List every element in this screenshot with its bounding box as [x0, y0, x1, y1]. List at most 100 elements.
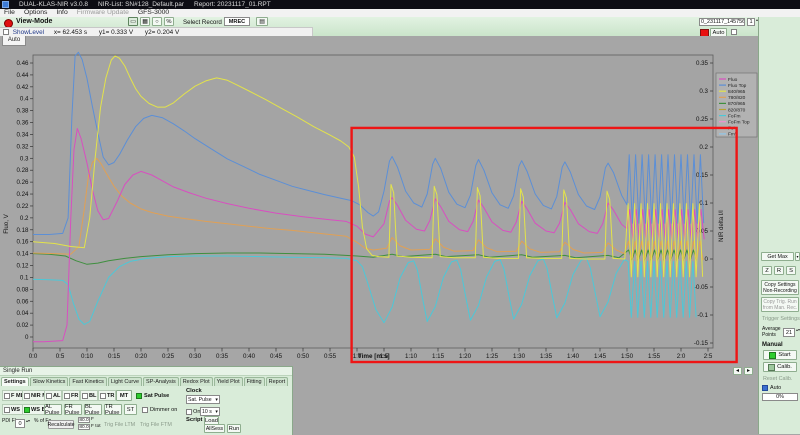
record-list-button[interactable]: ▤	[256, 17, 268, 26]
tab-fast-kinetics[interactable]: Fast Kinetics	[69, 377, 106, 386]
svg-text:-0.15: -0.15	[694, 340, 709, 347]
x-axis-title: Time [m:s]	[358, 353, 390, 360]
svg-text:0: 0	[25, 334, 29, 341]
tab-yield-plot[interactable]: Yield Plot	[214, 377, 243, 386]
svg-text:2:0: 2:0	[677, 353, 686, 360]
list-icon: ▤	[259, 19, 264, 25]
tr-pulse-button[interactable]: TR Pulse	[104, 404, 122, 415]
svg-text:0.3: 0.3	[20, 155, 29, 162]
scroll-right-icon: ▸	[747, 368, 750, 374]
check-bl[interactable]: BL	[80, 390, 98, 401]
point-view-button[interactable]: ○	[152, 17, 162, 26]
menu-gfs-3000[interactable]: GFS-3000	[138, 9, 169, 16]
menu-info[interactable]: Info	[56, 9, 67, 16]
auto-record-checkbox[interactable]	[762, 385, 768, 391]
scroll-left-button[interactable]: ◂	[733, 367, 742, 375]
svg-text:-0.05: -0.05	[694, 284, 709, 291]
svg-text:0.1: 0.1	[699, 200, 708, 207]
svg-text:1:50: 1:50	[621, 353, 634, 360]
mini-button-r[interactable]: R	[774, 266, 784, 275]
start-button[interactable]: Start	[763, 350, 797, 360]
svg-text:0:35: 0:35	[216, 353, 229, 360]
record-value[interactable]: MREC	[224, 17, 250, 26]
tab-slow-kinetics[interactable]: Slow Kinetics	[30, 377, 69, 386]
al-pulse-button[interactable]: AL Pulse	[44, 404, 62, 415]
manual-section-label: Manual	[762, 342, 783, 348]
chart-icon: ▭	[130, 19, 135, 25]
show-level-checkbox[interactable]	[3, 29, 9, 35]
chevron-down-icon: ▾	[215, 397, 218, 403]
svg-text:0: 0	[705, 256, 709, 263]
calib-led-icon	[768, 364, 775, 371]
mt-button[interactable]: MT	[116, 390, 132, 401]
svg-text:0:55: 0:55	[324, 353, 337, 360]
script-run-button[interactable]: Run	[227, 424, 241, 433]
right-panel: Get Max ▾ Z R S Copy Settings Non-Record…	[758, 17, 800, 434]
get-max-dropdown[interactable]: ▾	[795, 252, 800, 261]
svg-text:0.08: 0.08	[16, 286, 29, 293]
window-title-report: Report: 20231117_01.RPT	[194, 1, 271, 8]
get-max-button[interactable]: Get Max	[761, 252, 794, 261]
calib-label: Calib.	[777, 364, 792, 370]
select-record-label: Select Record	[183, 19, 222, 26]
copy-settings-button[interactable]: Copy Settings Non-Recording	[761, 280, 799, 295]
fr-pulse-button[interactable]: FR Pulse	[64, 404, 82, 415]
pdi-fluo-stepper[interactable]: ▴▾	[26, 419, 31, 428]
chart-view-button[interactable]: ▭	[128, 17, 138, 26]
svg-text:NIR delta I/I: NIR delta I/I	[719, 210, 725, 242]
table-view-button[interactable]: ▦	[140, 17, 150, 26]
svg-text:Fluo Top: Fluo Top	[728, 83, 747, 89]
svg-text:0.35: 0.35	[696, 60, 709, 67]
check-dimmer[interactable]: Dimmer on	[142, 404, 177, 415]
overlay-checkbox[interactable]	[731, 29, 737, 35]
menu-file[interactable]: File	[4, 9, 15, 16]
reset-calib-button: Reset Calib.	[763, 376, 792, 382]
st-button[interactable]: ST	[124, 404, 137, 415]
tab-report[interactable]: Report	[266, 377, 289, 386]
menu-options[interactable]: Options	[24, 9, 47, 16]
clock-on-checkbox[interactable]: On	[186, 407, 200, 416]
record-count-field[interactable]: 1	[747, 18, 755, 26]
check-fr[interactable]: FR	[62, 390, 80, 401]
tab-settings[interactable]: Settings	[1, 377, 29, 386]
f-total-field: 80.0	[78, 424, 90, 430]
check-al[interactable]: AL	[44, 390, 62, 401]
tab-redox-plot[interactable]: Redox Plot	[180, 377, 213, 386]
f-total-label: F tot	[91, 424, 101, 429]
svg-text:Fluo, V: Fluo, V	[3, 213, 10, 233]
bl-pulse-button[interactable]: BL Pulse	[84, 404, 102, 415]
svg-text:0:45: 0:45	[270, 353, 283, 360]
percent-icon: %	[166, 19, 171, 25]
clock-mode-combo[interactable]: Sat. Pulse▾	[186, 395, 220, 404]
script-file-button[interactable]: AllSess	[204, 424, 225, 433]
tab-sp-analysis[interactable]: SP-Analysis	[143, 377, 179, 386]
title-bar: DUAL-KLAS-NIR v3.0.8NIR-List: SN#128_Def…	[0, 0, 800, 9]
svg-text:0:15: 0:15	[108, 353, 121, 360]
calib-button[interactable]: Calib.	[763, 362, 797, 372]
tab-auto[interactable]: Auto	[2, 36, 26, 46]
average-points-stepper[interactable]: ▴▾	[796, 328, 800, 337]
mini-button-z[interactable]: Z	[762, 266, 772, 275]
mini-button-s[interactable]: S	[786, 266, 796, 275]
check-tr[interactable]: TR	[98, 390, 116, 401]
tab-fitting[interactable]: Fitting	[244, 377, 265, 386]
svg-text:0:25: 0:25	[162, 353, 175, 360]
tab-light-curve[interactable]: Light Curve	[108, 377, 142, 386]
scroll-right-button[interactable]: ▸	[744, 367, 753, 375]
svg-text:FoFm: FoFm	[728, 113, 741, 119]
script-section-label: Script	[186, 417, 202, 423]
svg-text:0.4: 0.4	[20, 96, 29, 103]
svg-text:820/870: 820/870	[728, 107, 746, 113]
recalculate-button[interactable]: Recalculate	[48, 420, 74, 429]
trig-file-ftm-button: Trig File FTM	[140, 422, 172, 428]
svg-text:0.24: 0.24	[16, 191, 29, 198]
average-points-field[interactable]: 21	[783, 328, 795, 337]
check-sat-pulse[interactable]: Sat Pulse	[136, 390, 169, 401]
svg-text:0.25: 0.25	[696, 116, 709, 123]
pdi-fluo-field[interactable]: 0	[15, 419, 25, 428]
file-combo[interactable]: 0_231117_145756▾	[699, 18, 745, 26]
percent-view-button[interactable]: %	[164, 17, 174, 26]
show-level-label: ShowLevel	[13, 29, 44, 36]
clock-interval-combo[interactable]: 10 s▾	[200, 407, 220, 416]
menu-firmware-update: Firmware Update	[77, 9, 129, 16]
